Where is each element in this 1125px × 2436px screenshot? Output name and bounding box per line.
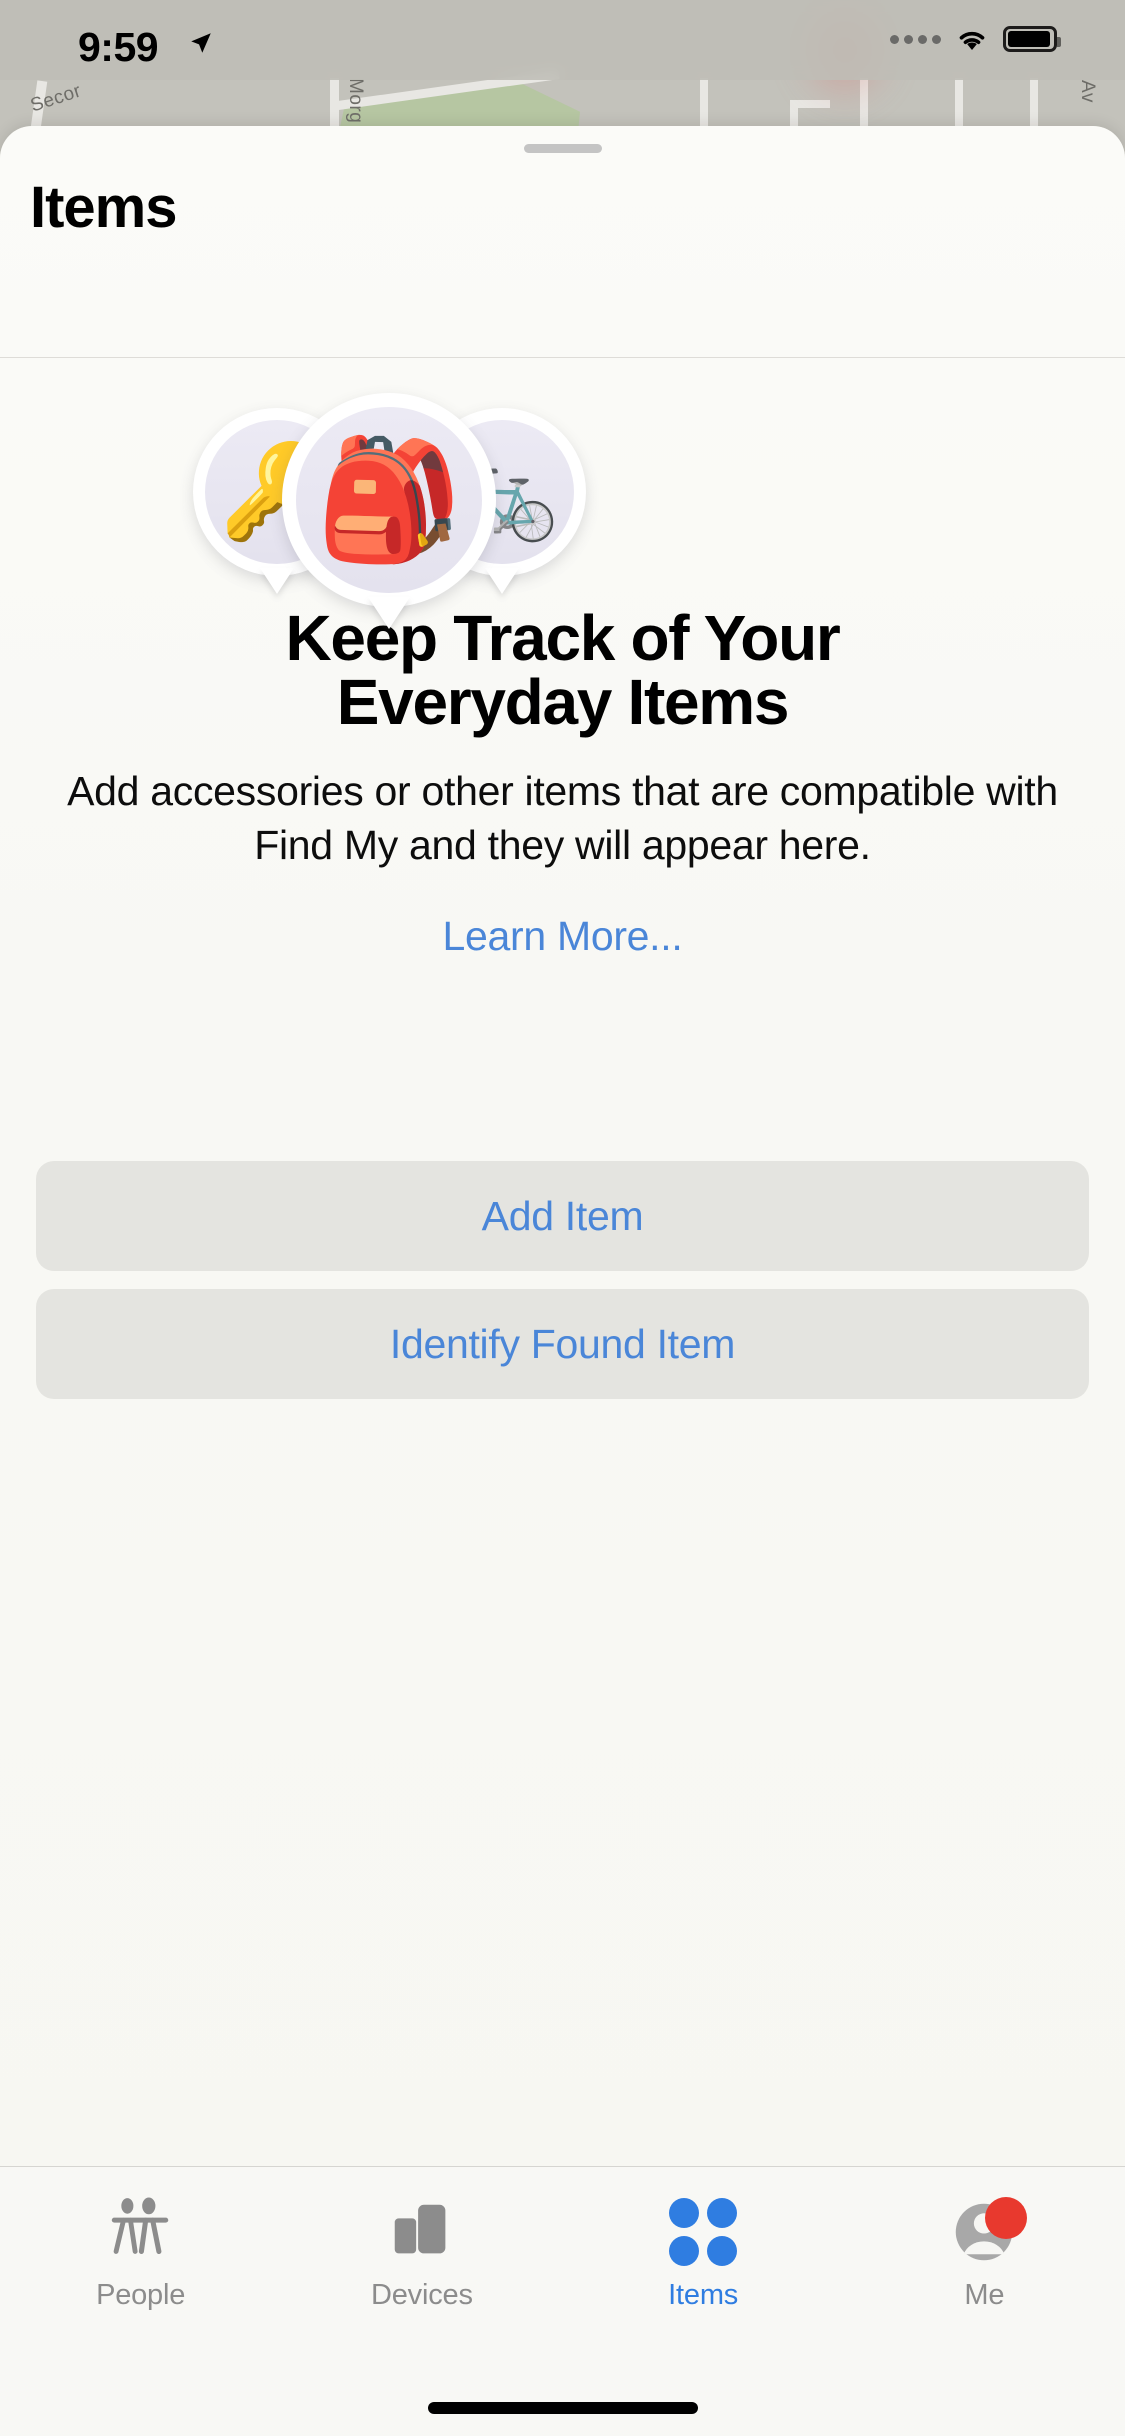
tab-me[interactable]: Me [844,2195,1125,2312]
tab-people[interactable]: People [0,2195,281,2312]
empty-state-headline: Keep Track of Your Everyday Items [80,606,1045,734]
pin-tail [260,568,294,594]
action-buttons: Add Item Identify Found Item [36,1161,1089,1399]
backpack-pin: 🎒 [282,393,496,629]
signal-dots-icon [890,34,941,44]
tab-items[interactable]: Items [563,2195,844,2312]
page-title: Items [30,175,178,240]
backpack-icon: 🎒 [315,434,463,566]
backpack-pin-disc: 🎒 [296,407,482,593]
empty-state-description: Add accessories or other items that are … [67,768,1058,869]
location-arrow-icon [191,33,211,53]
pin-tail [368,597,410,629]
items-icon [669,2195,738,2269]
home-indicator[interactable] [427,2402,698,2414]
status-time: 9:59 [78,24,159,70]
battery-icon [1003,26,1061,52]
tab-items-label: Items [668,2279,739,2311]
headline-line-1: Keep Track of Your [285,602,841,674]
tab-people-label: People [96,2279,186,2311]
add-item-button[interactable]: Add Item [36,1161,1089,1271]
devices-icon [386,2195,458,2269]
people-icon [102,2195,180,2269]
phone-screen: Secor Morg Av 9:59 Items 🔑 🚲 🎒 Keep Trac… [0,0,1125,2436]
items-sheet: Items 🔑 🚲 🎒 Keep Track of Your Everyday … [0,126,1125,2436]
empty-state-illustration: 🔑 🚲 🎒 [0,388,1125,629]
tab-bar: People Devices Items Me [0,2166,1125,2436]
tab-me-label: Me [964,2279,1005,2311]
tab-devices-label: Devices [371,2279,473,2311]
wifi-icon [959,31,985,51]
tab-devices[interactable]: Devices [281,2195,562,2312]
headline-line-2: Everyday Items [336,666,790,738]
status-bar: 9:59 [0,0,1125,100]
identify-found-item-button[interactable]: Identify Found Item [36,1289,1089,1399]
sheet-grabber[interactable] [523,144,602,153]
learn-more-link[interactable]: Learn More... [0,913,1125,960]
status-icons [890,26,1061,52]
pin-tail [485,568,519,594]
header-divider [0,357,1125,358]
me-avatar-icon [947,2195,1028,2269]
